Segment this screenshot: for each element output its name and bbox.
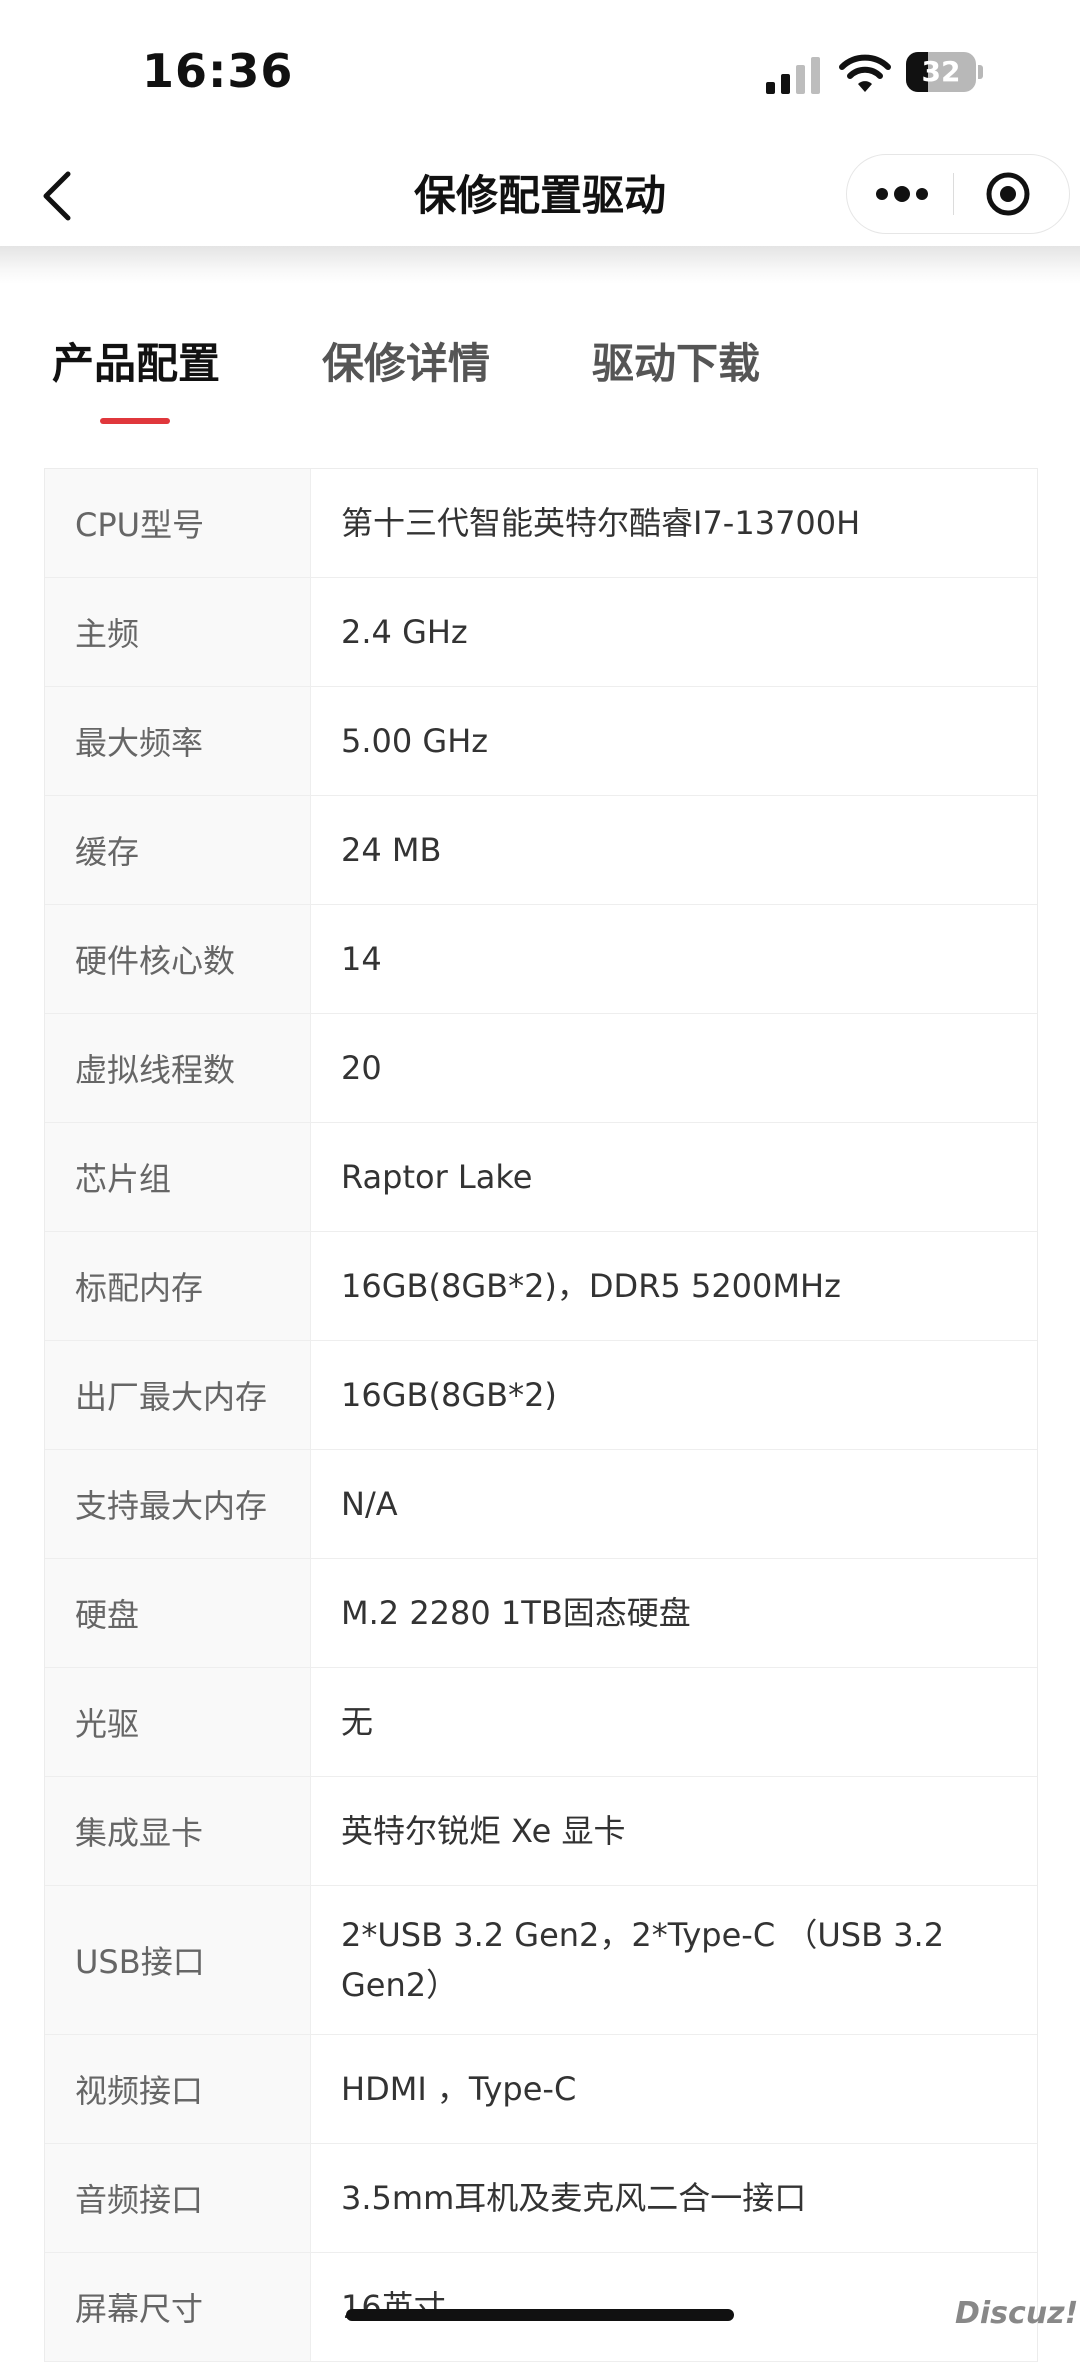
spec-value: M.2 2280 1TB固态硬盘	[341, 1594, 691, 1632]
battery-tip	[978, 65, 983, 79]
mini-program-capsule	[846, 154, 1070, 234]
spec-label: 最大频率	[45, 687, 311, 795]
spec-value: 14	[341, 940, 382, 978]
spec-table: CPU型号 第十三代智能英特尔酷睿I7-13700H 主频 2.4 GHz 最大频率 5.…	[44, 468, 1038, 2362]
nav-bar: 保修配置驱动	[0, 140, 1080, 246]
spec-label: 集成显卡	[45, 1777, 311, 1885]
table-row: 支持最大内存 N/A	[45, 1450, 1037, 1559]
spec-label: 芯片组	[45, 1123, 311, 1231]
tab-warranty-details[interactable]: 保修详情	[322, 330, 490, 391]
table-row: USB接口 2*USB 3.2 Gen2，2*Type-C （USB 3.2 Ge…	[45, 1886, 1037, 2035]
tab-product-config[interactable]: 产品配置	[52, 330, 220, 391]
spec-value: 16GB(8GB*2)	[341, 1376, 557, 1414]
table-row: 音频接口 3.5mm耳机及麦克风二合一接口	[45, 2144, 1037, 2253]
spec-label: 标配内存	[45, 1232, 311, 1340]
spec-label: 音频接口	[45, 2144, 311, 2252]
spec-value: 20	[341, 1049, 382, 1087]
table-row: 屏幕尺寸 16英寸	[45, 2253, 1037, 2362]
spec-value: 5.00 GHz	[341, 722, 489, 760]
home-indicator[interactable]	[346, 2309, 734, 2321]
spec-label: 硬盘	[45, 1559, 311, 1667]
spec-label: 硬件核心数	[45, 905, 311, 1013]
capsule-divider	[953, 173, 954, 215]
spec-label: 屏幕尺寸	[45, 2253, 311, 2361]
spec-value: 24 MB	[341, 831, 442, 869]
spec-label: CPU型号	[45, 469, 311, 577]
spec-label: 虚拟线程数	[45, 1014, 311, 1122]
table-row: 虚拟线程数 20	[45, 1014, 1037, 1123]
signal-icon	[766, 57, 820, 94]
spec-label: 主频	[45, 578, 311, 686]
spec-label: 出厂最大内存	[45, 1341, 311, 1449]
table-row: CPU型号 第十三代智能英特尔酷睿I7-13700H	[45, 469, 1037, 578]
table-row: 最大频率 5.00 GHz	[45, 687, 1037, 796]
table-row: 出厂最大内存 16GB(8GB*2)	[45, 1341, 1037, 1450]
spec-label: 缓存	[45, 796, 311, 904]
table-row: 缓存 24 MB	[45, 796, 1037, 905]
spec-value: 16GB(8GB*2)，DDR5 5200MHz	[341, 1267, 841, 1305]
table-row: 硬件核心数 14	[45, 905, 1037, 1014]
nav-shadow	[0, 246, 1080, 284]
status-bar: 16:36 32	[0, 0, 1080, 140]
table-row: 主频 2.4 GHz	[45, 578, 1037, 687]
table-row: 标配内存 16GB(8GB*2)，DDR5 5200MHz	[45, 1232, 1037, 1341]
table-row: 集成显卡 英特尔锐炬 Xe 显卡	[45, 1777, 1037, 1886]
spec-value: 英特尔锐炬 Xe 显卡	[341, 1812, 626, 1850]
battery-icon: 32	[906, 52, 984, 94]
status-time: 16:36	[142, 44, 294, 98]
spec-label: 支持最大内存	[45, 1450, 311, 1558]
spec-value: N/A	[341, 1485, 398, 1523]
spec-value: 第十三代智能英特尔酷睿I7-13700H	[341, 504, 861, 542]
tab-bar: 产品配置 保修详情 驱动下载	[0, 284, 1080, 434]
tab-driver-download[interactable]: 驱动下载	[592, 330, 760, 391]
spec-label: 光驱	[45, 1668, 311, 1776]
wifi-icon	[839, 54, 891, 92]
table-row: 硬盘 M.2 2280 1TB固态硬盘	[45, 1559, 1037, 1668]
table-row: 视频接口 HDMI ，Type-C	[45, 2035, 1037, 2144]
spec-label: 视频接口	[45, 2035, 311, 2143]
spec-value: 3.5mm耳机及麦克风二合一接口	[341, 2179, 807, 2217]
spec-value: HDMI ，Type-C	[341, 2070, 577, 2108]
target-close-icon[interactable]	[979, 169, 1037, 219]
spec-value: 无	[341, 1703, 374, 1741]
more-dots-icon[interactable]	[865, 169, 939, 219]
spec-label: USB接口	[45, 1886, 311, 2034]
table-row: 光驱无	[45, 1668, 1037, 1777]
battery-body: 32	[906, 52, 976, 92]
table-row: 芯片组 Raptor Lake	[45, 1123, 1037, 1232]
spec-value: Raptor Lake	[341, 1158, 533, 1196]
spec-value: 16英寸	[341, 2288, 446, 2326]
spec-value: 2.4 GHz	[341, 613, 468, 651]
spec-value: 2*USB 3.2 Gen2，2*Type-C （USB 3.2 Gen2）	[341, 1916, 945, 2004]
watermark: Discuz!	[955, 2296, 1079, 2331]
battery-level: 32	[921, 55, 961, 88]
active-tab-indicator	[100, 418, 170, 424]
